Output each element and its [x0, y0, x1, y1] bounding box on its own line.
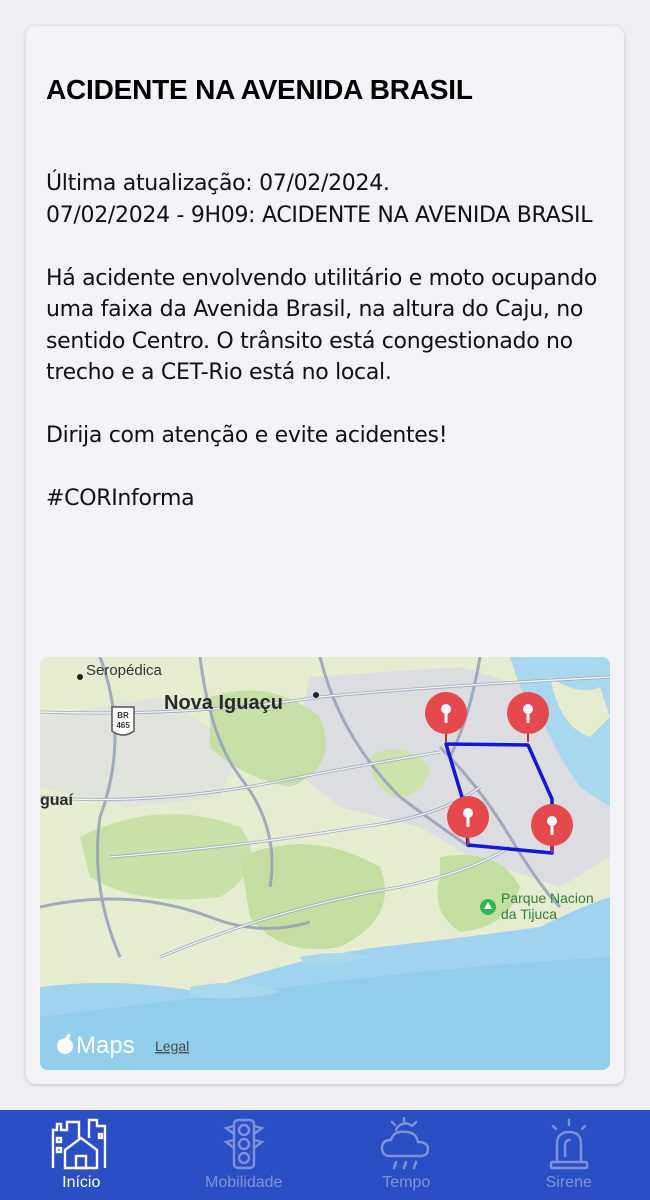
bottom-tab-bar: Início Mobilidade Tempo Sirene: [0, 1110, 650, 1200]
place-guai: guaí: [40, 792, 73, 809]
tab-mobilidade-label: Mobilidade: [205, 1174, 283, 1191]
place-seropedica: Seropédica: [86, 662, 163, 679]
highway-number: 465: [116, 721, 130, 730]
tab-sirene[interactable]: Sirene: [488, 1110, 650, 1200]
tab-inicio-label: Início: [62, 1174, 101, 1191]
cloud-sun-rain-icon: [381, 1116, 430, 1170]
traffic-light-icon: [223, 1118, 265, 1170]
highway-label: BR: [117, 711, 129, 720]
alert-body: Última atualização: 07/02/2024. 07/02/20…: [46, 171, 598, 511]
tab-mobilidade[interactable]: Mobilidade: [163, 1110, 326, 1200]
tab-sirene-label: Sirene: [545, 1174, 592, 1191]
place-nova-iguacu: Nova Iguaçu: [164, 692, 283, 714]
legal-link[interactable]: Legal: [155, 1038, 189, 1054]
siren-icon: [549, 1118, 588, 1170]
place-parque-line1: Parque Nacion: [501, 890, 594, 906]
place-parque-line2: da Tijuca: [501, 906, 557, 922]
tab-tempo[interactable]: Tempo: [325, 1110, 488, 1200]
tab-tempo-label: Tempo: [382, 1174, 431, 1191]
highway-shield-icon: BR 465: [111, 706, 135, 736]
map-canvas[interactable]: BR 465 Seropédica Nova Iguaçu guaí Parqu…: [40, 657, 610, 1070]
alert-card: ACIDENTE NA AVENIDA BRASIL Última atuali…: [26, 26, 624, 1084]
maps-attribution: Maps: [76, 1032, 135, 1059]
tab-inicio[interactable]: Início: [0, 1110, 163, 1200]
map-view[interactable]: BR 465 Seropédica Nova Iguaçu guaí Parqu…: [40, 657, 610, 1070]
home-city-icon: [52, 1118, 107, 1170]
alert-title: ACIDENTE NA AVENIDA BRASIL: [46, 74, 473, 105]
